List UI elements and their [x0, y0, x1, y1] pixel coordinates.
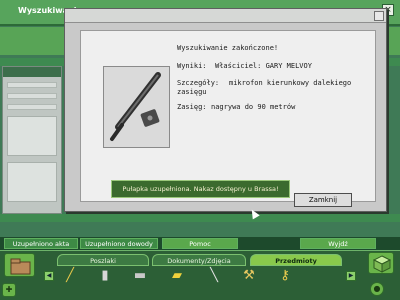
tab-clues[interactable]: Poszlaki	[57, 254, 149, 266]
menu-evidence-button[interactable]: Uzupełniono dowody	[80, 238, 158, 249]
background-stripe-bottom	[0, 214, 400, 222]
tab-items[interactable]: Przedmioty	[250, 254, 342, 266]
pen-icon[interactable]: ╲	[204, 266, 224, 286]
menu-bar: Uzupełniono akta Uzupełniono dowody Pomo…	[0, 237, 400, 250]
background-form-block	[7, 116, 57, 156]
screwdriver-icon[interactable]: ╱	[60, 266, 80, 286]
key-icon[interactable]: ⚷	[275, 266, 295, 286]
evidence-photo	[103, 66, 170, 148]
scroll-left-icon[interactable]: ◀	[44, 271, 54, 281]
tool-icon[interactable]: ⚒	[239, 266, 259, 286]
close-button[interactable]: Zamknij	[294, 193, 352, 207]
background-form-row	[7, 82, 57, 88]
gold-bar-icon[interactable]: ▰	[167, 266, 187, 286]
results-label: Wyniki:	[177, 62, 207, 70]
background-form-header	[3, 67, 61, 77]
scroll-right-icon[interactable]: ▶	[346, 271, 356, 281]
case-folder-icon[interactable]	[4, 253, 35, 277]
background-form-block	[7, 162, 57, 202]
details-label: Szczegóły:	[177, 79, 220, 87]
background-form-row	[7, 104, 57, 110]
directional-microphone-icon	[104, 67, 169, 147]
tab-documents-photos[interactable]: Dokumenty/Zdjęcia	[152, 254, 246, 266]
range-value: nagrywa do 90 metrów	[211, 103, 296, 111]
background-form-window	[2, 66, 62, 214]
menu-case-files-button[interactable]: Uzupełniono akta	[4, 238, 78, 249]
cube-icon[interactable]	[368, 252, 394, 274]
range-label: Zasięg:	[177, 103, 207, 111]
background-form-row	[7, 93, 57, 99]
bottom-left-corner-icon[interactable]: ✚	[2, 283, 16, 297]
notification-toast: Pułapka uzupełniona. Nakaz dostępny u Br…	[111, 180, 290, 198]
dialog-titlebar	[65, 9, 386, 23]
record-icon[interactable]: ●	[370, 282, 384, 296]
flashlight-icon[interactable]: ▬	[130, 266, 150, 286]
menu-exit-button[interactable]: Wyjdź	[300, 238, 376, 249]
menu-help-button[interactable]: Pomoc	[162, 238, 238, 249]
folder-icon	[10, 258, 31, 275]
cube-shape-icon	[372, 255, 392, 273]
dialog-close-icon[interactable]	[374, 11, 384, 21]
details-line-2: zasięgu	[177, 88, 207, 96]
result-heading: Wyszukiwanie zakończone!	[177, 44, 279, 52]
spray-can-icon[interactable]: ▮	[95, 266, 115, 286]
details-line-1: mikrofon kierunkowy dalekiego	[229, 79, 352, 87]
results-value: Właściciel: GARY MELVOY	[215, 62, 312, 70]
